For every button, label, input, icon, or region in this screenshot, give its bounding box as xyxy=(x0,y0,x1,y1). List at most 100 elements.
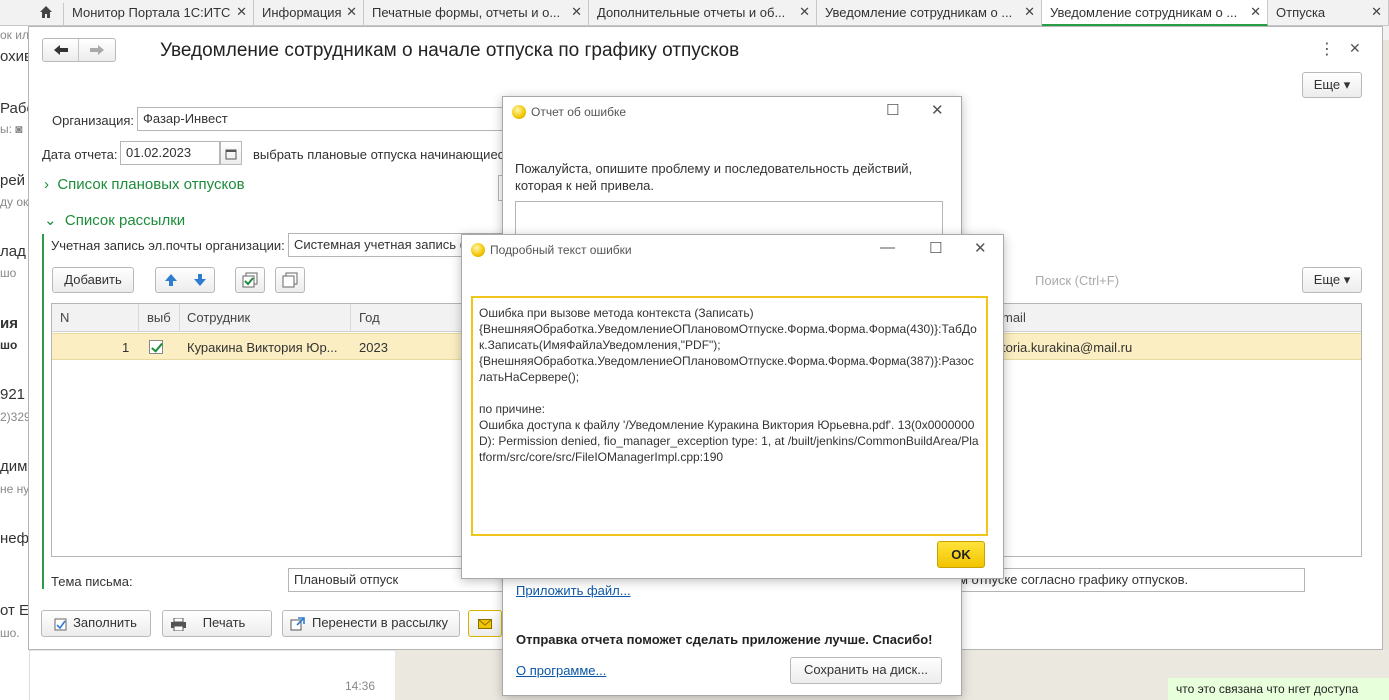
grid-more-button[interactable]: Еще ▾ xyxy=(1302,267,1362,293)
chat-fragment: 921 xyxy=(0,386,26,403)
tab-label: Уведомление сотрудникам о ... xyxy=(1050,5,1238,20)
minimize-icon[interactable]: — xyxy=(880,239,895,256)
error-detail-dialog: Подробный текст ошибки — ☐ ✕ Ошибка при … xyxy=(461,234,1004,579)
chat-list-bottom: ия 14:36 xyxy=(0,650,395,700)
dialog-titlebar: Отчет об ошибке ☐ ✕ xyxy=(503,97,961,127)
error-text[interactable]: Ошибка при вызове метода контекста (Запи… xyxy=(471,296,988,536)
tab-additional-reports[interactable]: Дополнительные отчеты и об... ✕ xyxy=(589,0,817,26)
more-button-label: Еще xyxy=(1313,77,1341,92)
maximize-icon[interactable]: ☐ xyxy=(886,101,899,119)
maximize-icon[interactable]: ☐ xyxy=(929,239,942,257)
close-icon[interactable]: ✕ xyxy=(346,4,357,20)
chat-fragment: лад xyxy=(0,243,26,260)
column-mail[interactable]: mail xyxy=(1002,310,1026,325)
forward-button[interactable] xyxy=(80,39,115,61)
search-input[interactable]: Поиск (Ctrl+F) xyxy=(1035,273,1119,288)
subject-label: Тема письма: xyxy=(51,574,133,589)
transfer-icon xyxy=(290,617,305,631)
chat-fragment: от Е xyxy=(0,602,30,619)
section-label: Список рассылки xyxy=(64,212,186,229)
chat-fragment: ы: ◙ xyxy=(0,122,23,136)
about-link[interactable]: О программе... xyxy=(516,663,606,678)
envelope-icon xyxy=(478,619,492,629)
more-vert-icon[interactable]: ⋮ xyxy=(1319,39,1335,59)
tab-information[interactable]: Информация ✕ xyxy=(254,0,364,26)
chat-fragment: охив xyxy=(0,48,30,65)
app-icon xyxy=(512,105,526,119)
row-mail: toria.kurakina@mail.ru xyxy=(1002,340,1133,355)
chat-fragment: 2)329 xyxy=(0,410,30,424)
chat-message-bubble: что это связана что нгет доступа xyxy=(1168,678,1389,700)
nav-buttons xyxy=(42,38,116,62)
thanks-text: Отправка отчета поможет сделать приложен… xyxy=(516,632,933,647)
more-button[interactable]: Еще ▾ xyxy=(1302,72,1362,98)
save-to-disk-button[interactable]: Сохранить на диск... xyxy=(790,657,942,684)
planned-vacations-section[interactable]: › Список плановых отпусков xyxy=(44,176,245,193)
row-year: 2023 xyxy=(359,340,388,355)
column-employee[interactable]: Сотрудник xyxy=(187,310,250,325)
section-indicator xyxy=(42,234,44,589)
dialog-titlebar: Подробный текст ошибки — ☐ ✕ xyxy=(462,235,1003,265)
chat-fragment: ия xyxy=(0,315,18,332)
chat-fragment: рей xyxy=(0,172,26,189)
column-selected[interactable]: выб xyxy=(147,310,171,325)
fill-icon xyxy=(54,618,67,631)
tab-notification-1[interactable]: Уведомление сотрудникам о ... ✕ xyxy=(817,0,1042,26)
uncheck-all-button[interactable] xyxy=(275,267,305,293)
body-field[interactable]: м отпуске согласно графику отпусков. xyxy=(953,568,1305,592)
add-button[interactable]: Добавить xyxy=(52,267,134,293)
calendar-button[interactable] xyxy=(220,141,242,165)
row-employee: Куракина Виктория Юр... xyxy=(187,340,338,355)
close-icon[interactable]: ✕ xyxy=(1250,4,1261,20)
section-label: Список плановых отпусков xyxy=(57,176,245,193)
back-button[interactable] xyxy=(43,39,79,61)
close-icon[interactable]: ✕ xyxy=(1349,40,1361,57)
tab-notification-2[interactable]: Уведомление сотрудникам о ... ✕ xyxy=(1042,0,1268,26)
chat-fragment: ок иль xyxy=(0,28,29,42)
fill-button[interactable]: Заполнить xyxy=(41,610,151,637)
close-icon[interactable]: ✕ xyxy=(799,4,810,20)
chevron-down-icon: ⌄ xyxy=(44,212,57,229)
chat-fragment: ду ок xyxy=(0,195,29,209)
tab-label: Дополнительные отчеты и об... xyxy=(597,5,786,20)
chevron-right-icon: › xyxy=(44,176,49,193)
print-button[interactable]: Печать xyxy=(162,610,272,637)
close-icon[interactable]: ✕ xyxy=(571,4,582,20)
mailing-list-section[interactable]: ⌄ Список рассылки xyxy=(44,211,185,229)
move-up-button[interactable] xyxy=(156,268,185,292)
close-icon[interactable]: ✕ xyxy=(931,101,944,119)
tab-label: Печатные формы, отчеты и о... xyxy=(372,5,561,20)
column-year[interactable]: Год xyxy=(359,310,380,325)
tab-label: Информация xyxy=(262,5,342,20)
org-field[interactable]: Фазар-Инвест xyxy=(137,107,507,131)
error-report-prompt: Пожалуйста, опишите проблему и последова… xyxy=(515,161,913,193)
print-button-label: Печать xyxy=(202,615,246,630)
tab-label: Монитор Портала 1С:ИТС xyxy=(72,5,231,20)
close-icon[interactable]: ✕ xyxy=(974,239,987,257)
calendar-icon xyxy=(225,149,237,160)
tab-print-forms[interactable]: Печатные формы, отчеты и о... ✕ xyxy=(364,0,589,26)
dialog-title: Подробный текст ошибки xyxy=(490,243,632,257)
tab-vacations[interactable]: Отпуска ✕ xyxy=(1268,0,1389,26)
fill-button-label: Заполнить xyxy=(73,615,137,630)
tab-its-monitor[interactable]: Монитор Портала 1С:ИТС ✕ xyxy=(64,0,254,26)
move-down-button[interactable] xyxy=(186,268,214,292)
attach-file-link[interactable]: Приложить файл... xyxy=(516,583,631,598)
date-field[interactable]: 01.02.2023 xyxy=(120,141,220,165)
app-icon xyxy=(471,243,485,257)
arrow-up-icon xyxy=(165,274,177,286)
ok-button[interactable]: OK xyxy=(937,541,985,568)
chat-fragment: шо xyxy=(0,266,17,280)
close-icon[interactable]: ✕ xyxy=(1024,4,1035,20)
date-hint: выбрать плановые отпуска начинающиес xyxy=(253,147,505,162)
close-icon[interactable]: ✕ xyxy=(1371,4,1382,20)
tab-bar: Монитор Портала 1С:ИТС ✕ Информация ✕ Печа… xyxy=(0,0,1389,29)
transfer-button[interactable]: Перенести в рассылку xyxy=(282,610,460,637)
printer-icon xyxy=(171,618,186,631)
close-icon[interactable]: ✕ xyxy=(236,4,247,20)
row-checkbox[interactable] xyxy=(149,340,163,354)
page-title: Уведомление сотрудникам о начале отпуска… xyxy=(160,40,740,61)
column-n[interactable]: N xyxy=(60,310,69,325)
send-button[interactable] xyxy=(468,610,502,637)
check-all-button[interactable] xyxy=(235,267,265,293)
